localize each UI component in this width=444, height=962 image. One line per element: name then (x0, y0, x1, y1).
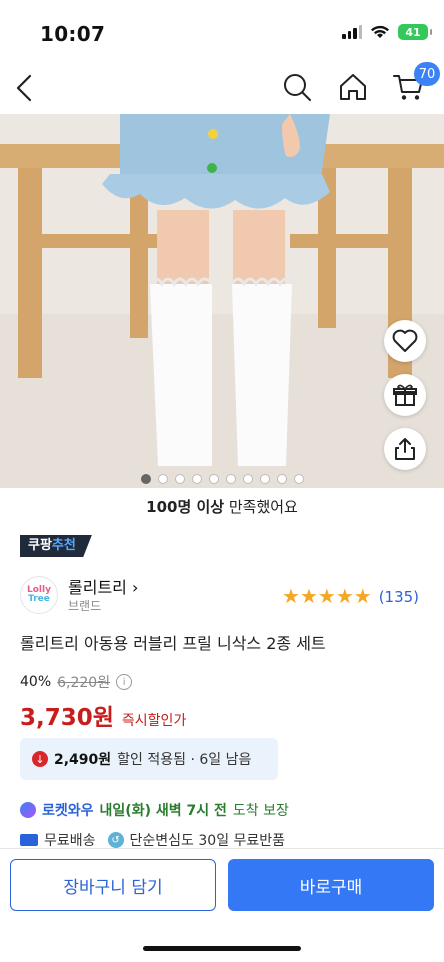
delivery-suffix: 도착 보장 (232, 803, 289, 819)
share-icon (395, 438, 415, 460)
brand-logo[interactable]: Lolly Tree (20, 576, 58, 614)
pager-dot[interactable] (140, 474, 151, 484)
brand-subtitle: 브랜드 (68, 599, 102, 613)
satisfaction-count: 100명 이상 (146, 498, 225, 516)
badge-text: 쿠팡 (28, 538, 52, 553)
original-price: 6,220원 (57, 675, 111, 691)
rocket-icon (20, 802, 36, 818)
product-photo-illustration (0, 114, 444, 488)
cart-count-badge: 70 (414, 62, 440, 86)
pager-dot[interactable] (293, 474, 304, 484)
pager-dot[interactable] (157, 474, 168, 484)
gift-button[interactable] (384, 374, 426, 416)
product-title: 롤리트리 아동용 러블리 프릴 니삭스 2종 세트 (20, 634, 326, 653)
down-arrow-icon: ↓ (32, 751, 48, 767)
star-icon: ★ (353, 584, 372, 608)
pager-dot[interactable] (174, 474, 185, 484)
discount-percent: 40% (20, 674, 52, 690)
truck-icon (20, 834, 38, 846)
pager-dot[interactable] (225, 474, 236, 484)
buy-now-button[interactable]: 바로구매 (228, 859, 434, 911)
search-icon[interactable] (280, 70, 314, 104)
product-image[interactable] (0, 114, 444, 488)
battery-level: 41 (405, 25, 421, 39)
status-icons: 41 (342, 24, 432, 40)
share-button[interactable] (384, 428, 426, 470)
status-bar: 10:07 41 (0, 0, 444, 62)
free-shipping: 무료배송 (44, 833, 96, 849)
rating[interactable]: ★★★★★ (135) (282, 586, 419, 607)
coupon-amount: 2,490원 (54, 752, 112, 768)
pager-dot[interactable] (259, 474, 270, 484)
shipping-row: 무료배송 ↺ 단순변심도 30일 무료반품 (20, 830, 285, 850)
back-arrow-icon[interactable] (6, 68, 46, 108)
gift-icon (393, 384, 417, 406)
return-icon: ↺ (107, 832, 124, 848)
nav-bar: 70 (0, 62, 444, 114)
wishlist-button[interactable] (384, 320, 426, 362)
bottom-action-bar: 장바구니 담기 바로구매 (0, 848, 444, 962)
status-time: 10:07 (40, 22, 106, 46)
satisfaction-text: 100명 이상 만족했어요 (0, 496, 444, 517)
add-to-cart-button[interactable]: 장바구니 담기 (10, 859, 216, 911)
star-icon: ★ (282, 584, 300, 608)
wifi-icon (371, 25, 389, 38)
pager-dot[interactable] (276, 474, 287, 484)
sale-price: 3,730원 (20, 705, 114, 731)
coupang-recommend-badge: 쿠팡추천 (20, 535, 92, 557)
battery-icon: 41 (398, 24, 432, 40)
discount-row: 40% 6,220원 i (20, 672, 133, 692)
star-rating: ★★★★★ (282, 586, 372, 607)
pager-dot[interactable] (242, 474, 253, 484)
free-returns: 단순변심도 30일 무료반품 (129, 833, 286, 849)
star-icon: ★ (317, 584, 336, 608)
rocket-brand: 로켓와우 (42, 803, 94, 819)
star-icon: ★ (335, 584, 354, 608)
review-count[interactable]: (135) (379, 588, 419, 606)
delivery-day: 내일(화) 새벽 7시 전 (99, 803, 227, 819)
rocket-delivery-row: 로켓와우 내일(화) 새벽 7시 전 도착 보장 (20, 800, 289, 820)
image-pager[interactable] (0, 474, 444, 484)
info-icon[interactable]: i (116, 674, 133, 690)
coupon-text: 할인 적용됨 · 6일 남음 (117, 752, 252, 768)
price-tag: 즉시할인가 (121, 713, 187, 729)
satisfaction-label: 만족했어요 (224, 498, 298, 516)
brand-logo-text-2: Tree (28, 594, 50, 604)
price-row: 3,730원 즉시할인가 (20, 698, 186, 732)
heart-icon (392, 329, 418, 352)
pager-dot[interactable] (191, 474, 202, 484)
coupon-box[interactable]: ↓ 2,490원 할인 적용됨 · 6일 남음 (20, 738, 278, 780)
brand-name-link[interactable]: 롤리트리 › (68, 574, 138, 598)
home-indicator (143, 946, 301, 951)
home-icon[interactable] (336, 70, 370, 104)
star-icon: ★ (299, 584, 318, 608)
signal-icon (342, 25, 362, 39)
pager-dot[interactable] (208, 474, 219, 484)
badge-accent-text: 추천 (51, 538, 76, 553)
